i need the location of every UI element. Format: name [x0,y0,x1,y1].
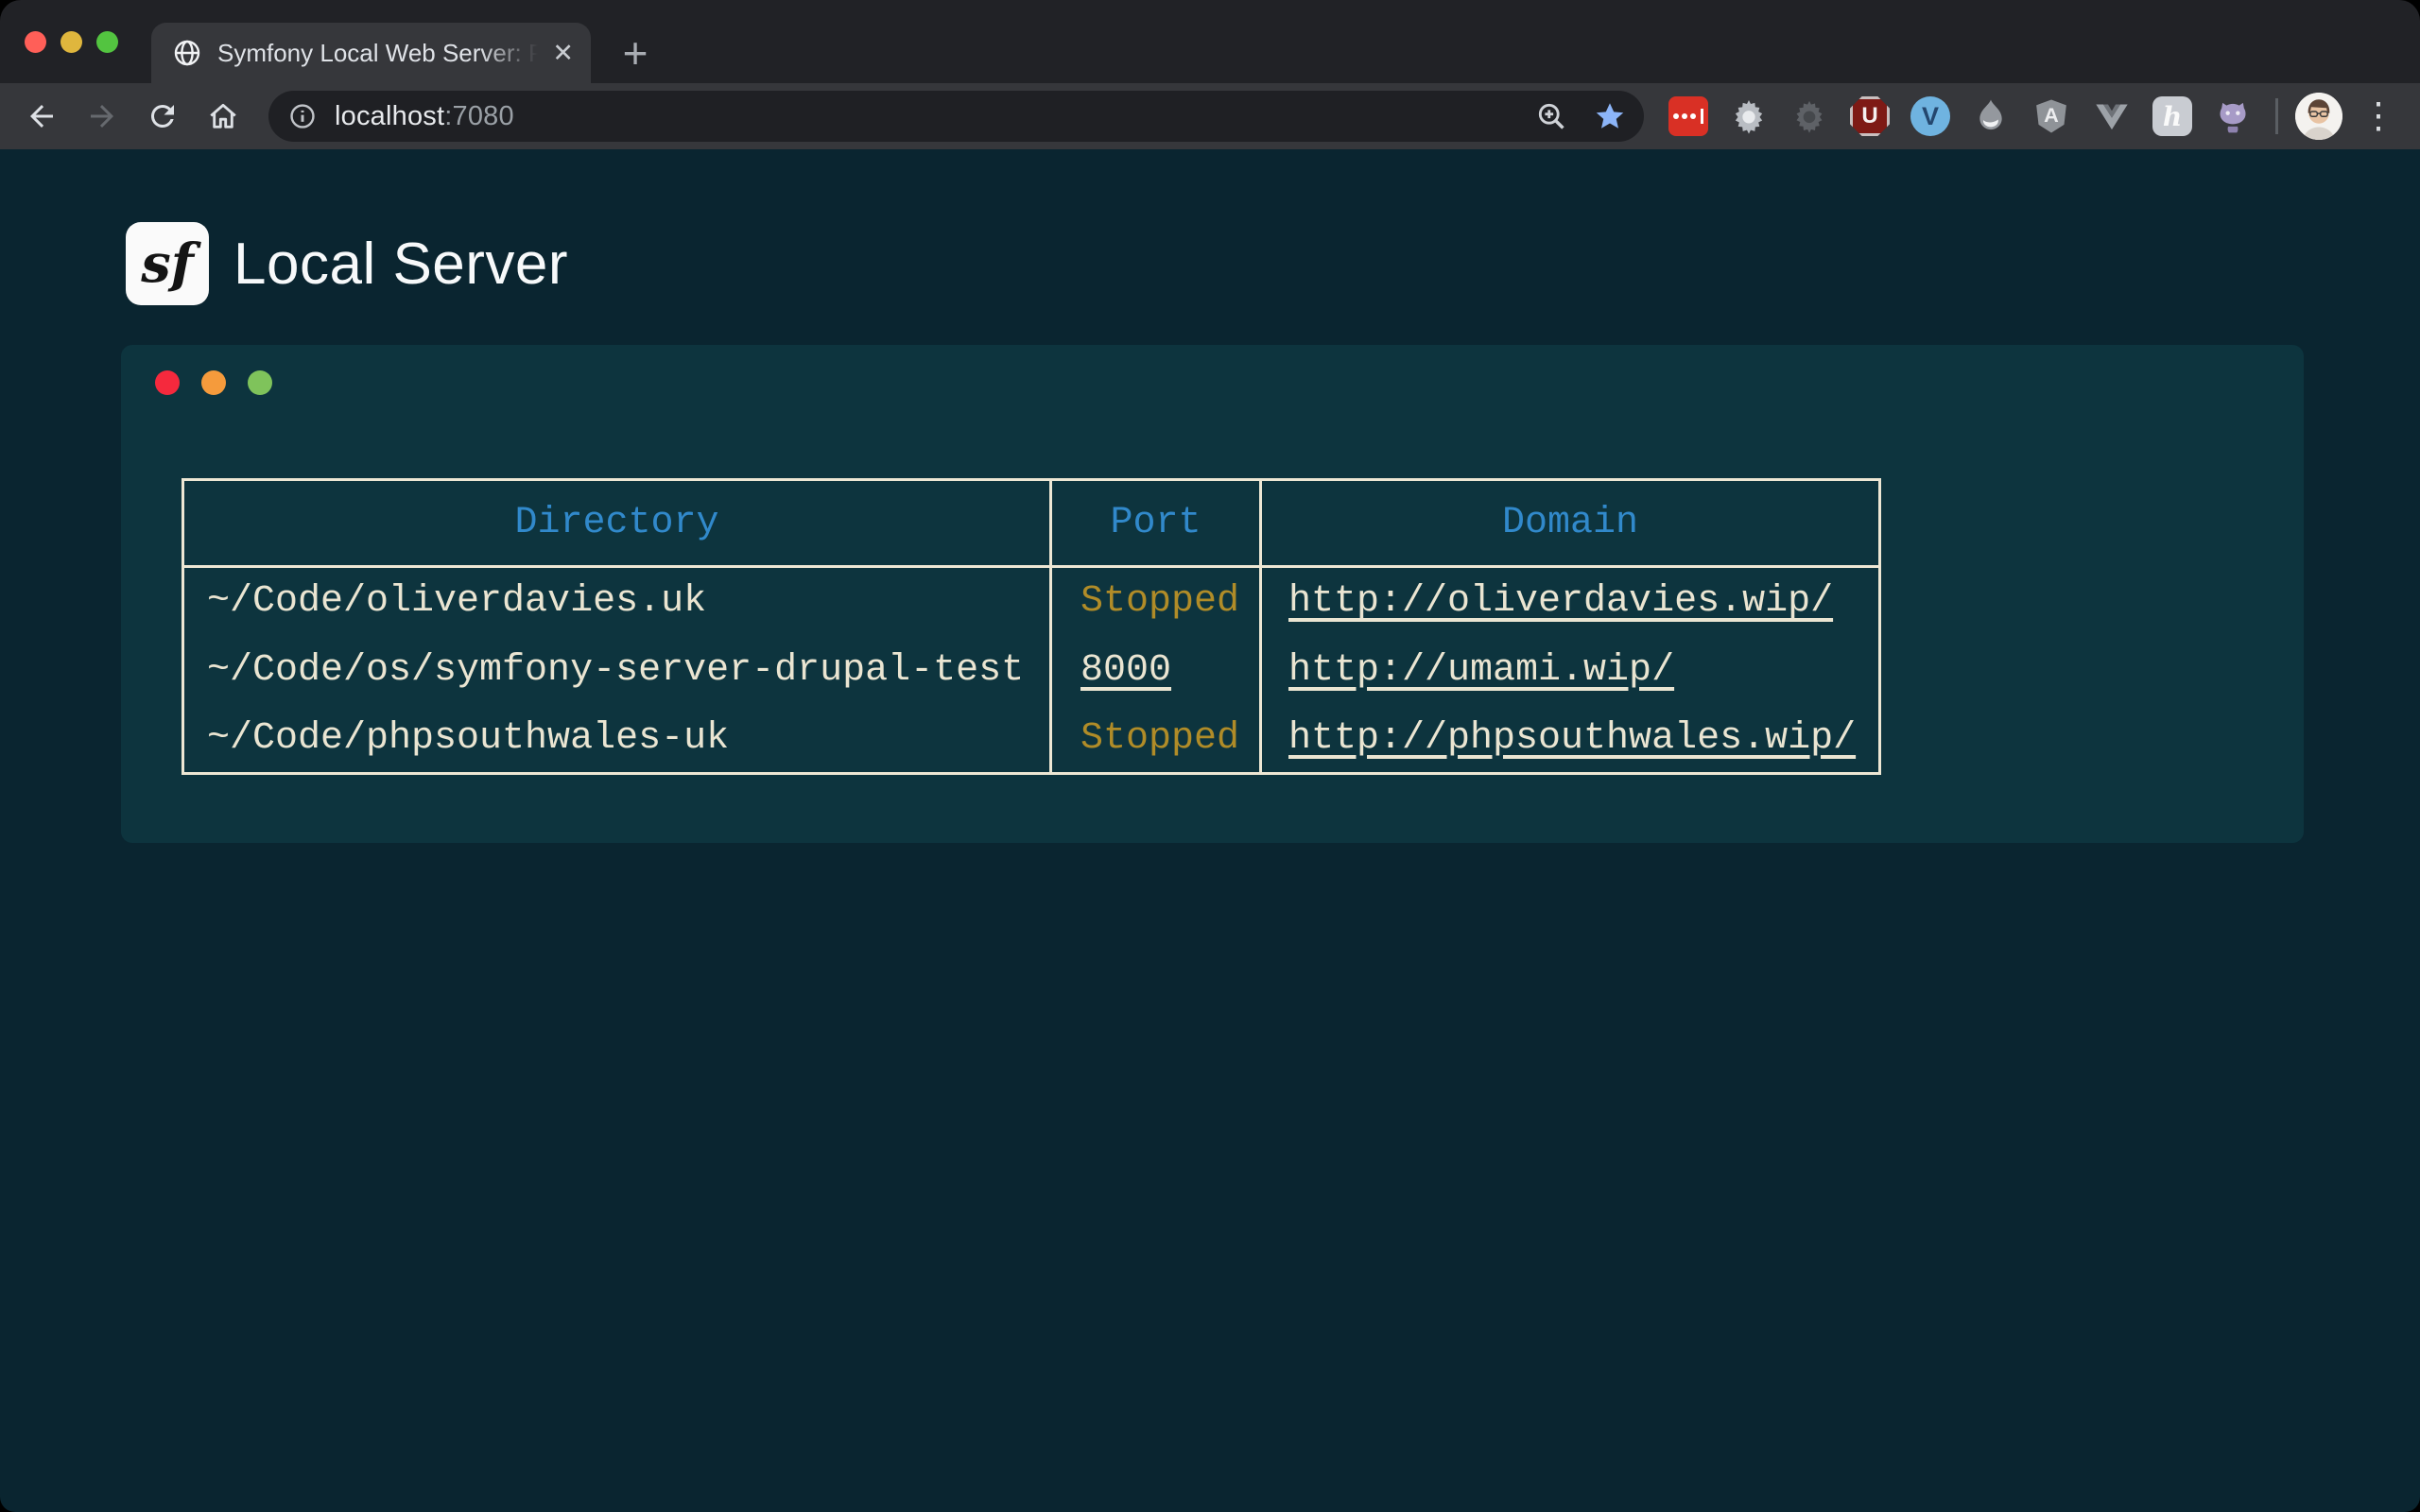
header-port: Port [1051,480,1261,567]
browser-tab[interactable]: Symfony Local Web Server: Prox ✕ [151,23,591,83]
gear-dim-extension-icon[interactable] [1789,96,1829,136]
url-host: localhost [335,101,444,131]
port-status: Stopped [1080,580,1239,623]
directory-cell: ~/Code/phpsouthwales-uk [183,705,1051,774]
window-controls [25,31,118,53]
site-info-icon[interactable] [287,101,318,131]
new-tab-button[interactable]: + [613,30,658,76]
address-bar[interactable]: localhost:7080 [268,91,1644,142]
page-content: sf Local Server Directory Port Domain [0,149,2420,1512]
tab-strip: Symfony Local Web Server: Prox ✕ + [0,0,2420,83]
header-domain: Domain [1261,480,1880,567]
honey-extension-icon[interactable]: h [2152,96,2192,136]
browser-menu-button[interactable]: ⋮ [2360,98,2397,134]
domain-link[interactable]: http://umami.wip/ [1288,649,1674,692]
browser-window: Symfony Local Web Server: Prox ✕ + local… [0,0,2420,1512]
domain-cell: http://phpsouthwales.wip/ [1261,705,1880,774]
window-zoom-button[interactable] [96,31,118,53]
port-cell: Stopped [1051,705,1261,774]
vimium-letter: V [1922,102,1939,131]
drupal-extension-icon[interactable] [1971,96,2011,136]
server-panel: Directory Port Domain ~/Code/oliverdavie… [121,345,2304,843]
table-header-row: Directory Port Domain [183,480,1880,567]
tab-close-icon[interactable]: ✕ [552,41,574,66]
panel-dot-red-icon [155,370,180,395]
back-button[interactable] [19,94,64,139]
url-port: :7080 [444,101,514,131]
bookmark-star-icon[interactable] [1593,99,1627,133]
table-row: ~/Code/phpsouthwales-uk Stopped http://p… [183,705,1880,774]
angular-extension-icon[interactable]: A [2031,96,2071,136]
toolbar-separator [2275,98,2278,134]
forward-button[interactable] [79,94,125,139]
home-button[interactable] [200,94,246,139]
reload-button[interactable] [140,94,185,139]
globe-favicon-icon [172,38,202,68]
vimium-extension-icon[interactable]: V [1910,96,1950,136]
symfony-logo-icon: sf [126,222,209,305]
browser-toolbar: localhost:7080 U V A [0,83,2420,149]
octocat-extension-icon[interactable] [2213,96,2253,136]
tab-title: Symfony Local Web Server: Prox [217,39,544,68]
zoom-in-icon[interactable] [1534,99,1568,133]
directory-cell: ~/Code/os/symfony-server-drupal-test [183,636,1051,705]
ublock-letter: U [1861,103,1877,129]
header-directory: Directory [183,480,1051,567]
table-row: ~/Code/os/symfony-server-drupal-test 800… [183,636,1880,705]
panel-traffic-dots [121,345,2304,395]
port-cell: 8000 [1051,636,1261,705]
panel-dot-orange-icon [201,370,226,395]
lastpass-extension-icon[interactable] [1668,96,1708,136]
url-text: localhost:7080 [335,101,514,132]
extension-icons: U V A h [1668,96,2253,136]
port-link[interactable]: 8000 [1080,649,1171,692]
gear-light-extension-icon[interactable] [1729,96,1769,136]
port-status: Stopped [1080,717,1239,760]
window-close-button[interactable] [25,31,46,53]
svg-text:A: A [2044,103,2059,127]
domain-cell: http://umami.wip/ [1261,636,1880,705]
brand-header: sf Local Server [126,222,2420,305]
honey-letter: h [2163,101,2182,132]
servers-table: Directory Port Domain ~/Code/oliverdavie… [182,478,1881,775]
domain-cell: http://oliverdavies.wip/ [1261,567,1880,636]
profile-avatar[interactable] [2295,93,2342,140]
page-title: Local Server [233,231,568,298]
ublock-extension-icon[interactable]: U [1850,96,1890,136]
window-minimize-button[interactable] [60,31,82,53]
port-cell: Stopped [1051,567,1261,636]
table-row: ~/Code/oliverdavies.uk Stopped http://ol… [183,567,1880,636]
domain-link[interactable]: http://oliverdavies.wip/ [1288,580,1833,623]
domain-link[interactable]: http://phpsouthwales.wip/ [1288,717,1856,760]
panel-dot-green-icon [248,370,272,395]
directory-cell: ~/Code/oliverdavies.uk [183,567,1051,636]
vue-extension-icon[interactable] [2092,96,2132,136]
